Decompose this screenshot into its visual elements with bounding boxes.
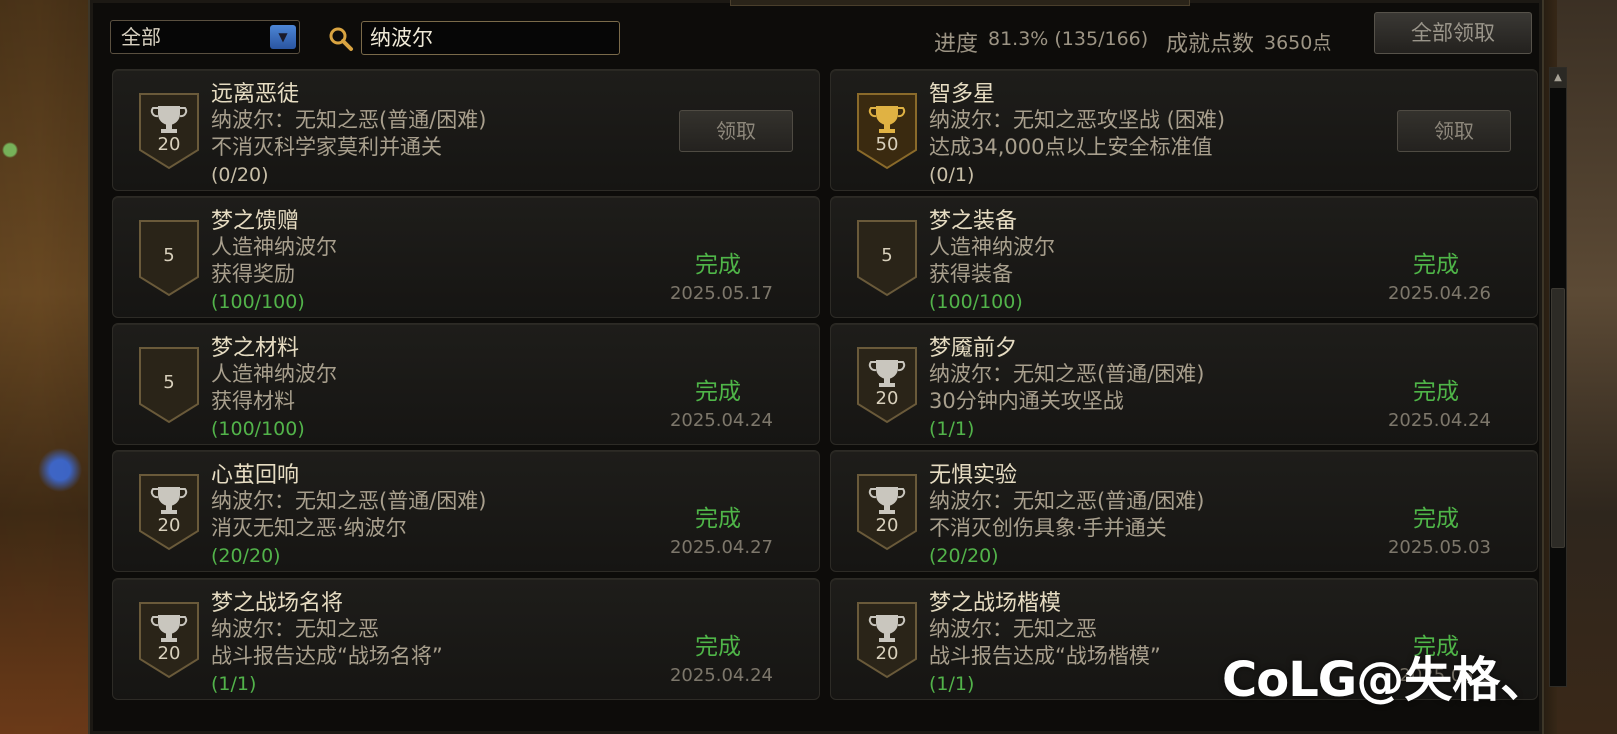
status-complete: 完成 [1413, 379, 1459, 405]
scroll-up-arrow-icon[interactable]: ▲ [1550, 68, 1566, 88]
gold-trophy-icon: 50 [856, 92, 918, 170]
achievement-card: 5 梦之馈赠 人造神纳波尔 获得奖励 (100/100) 完成 2025.05.17 [112, 196, 820, 318]
list-scrollbar[interactable]: ▲ [1549, 67, 1567, 687]
achievement-card: 20 无惧实验 纳波尔：无知之恶(普通/困难) 不消灭创伤具象·手并通关 (20/20)… [830, 450, 1538, 572]
status-complete: 完成 [695, 379, 741, 405]
achievement-condition: 战斗报告达成“战场楷模” [929, 644, 1161, 668]
silver-trophy-icon: 20 [138, 92, 200, 170]
watermark: CoLG@失格、 [1222, 640, 1548, 710]
achievement-card: 20 梦之战场名将 纳波尔：无知之恶 战斗报告达成“战场名将” (1/1) 完成 2025.… [112, 578, 820, 700]
achievement-card: 20 梦魇前夕 纳波尔：无知之恶(普通/困难) 30分钟内通关攻坚战 (1/1) 完成 20… [830, 323, 1538, 445]
achievement-points: 5 [163, 245, 175, 266]
achievement-progress: (100/100) [211, 291, 305, 313]
category-filter-select[interactable]: 全部 ▼ [110, 20, 300, 54]
achievement-condition: 30分钟内通关攻坚战 [929, 389, 1124, 413]
status-complete: 完成 [695, 252, 741, 278]
achievement-condition: 消灭无知之恶·纳波尔 [211, 516, 407, 540]
background-art-left [0, 0, 88, 734]
scrollbar-thumb[interactable] [1551, 288, 1565, 548]
achievement-card: 5 梦之材料 人造神纳波尔 获得材料 (100/100) 完成 2025.04.24 [112, 323, 820, 445]
achievement-points-label: 成就点数 [1166, 32, 1255, 57]
achievement-points: 20 [875, 388, 899, 409]
category-filter-value: 全部 [121, 25, 161, 49]
achievement-dungeon: 纳波尔：无知之恶(普通/困难) [211, 108, 487, 132]
search-icon[interactable] [328, 26, 354, 52]
claim-all-button[interactable]: 全部领取 [1374, 12, 1532, 54]
panel-header-ornament [730, 0, 1190, 6]
achievement-condition: 获得装备 [929, 262, 1013, 286]
completion-date: 2025.04.24 [1387, 410, 1491, 431]
achievement-progress: (1/1) [929, 418, 975, 440]
status-complete: 完成 [695, 634, 741, 660]
completion-date: 2025.04.24 [669, 410, 773, 431]
silver-trophy-icon: 20 [856, 346, 918, 424]
silver-trophy-icon: 20 [138, 473, 200, 551]
achievement-card: 20 远离恶徒 纳波尔：无知之恶(普通/困难) 不消灭科学家莫利并通关 (0/20) 领取 [112, 69, 820, 191]
achievement-badge: 5 [138, 346, 200, 424]
achievement-card: 20 心茧回响 纳波尔：无知之恶(普通/困难) 消灭无知之恶·纳波尔 (20/20) 完成… [112, 450, 820, 572]
achievement-progress: (100/100) [211, 418, 305, 440]
chevron-down-icon[interactable]: ▼ [270, 25, 296, 49]
game-scene: 全部 ▼ 纳波尔 进度 81.3% (135/166) 成就点数 3650点 全… [0, 0, 1617, 734]
achievement-dungeon: 纳波尔：无知之恶 [211, 617, 379, 641]
achievement-condition: 不消灭科学家莫利并通关 [211, 135, 442, 159]
silver-trophy-icon: 20 [138, 601, 200, 679]
watermark-brand: CoLG [1222, 652, 1357, 708]
achievement-condition: 获得材料 [211, 389, 295, 413]
achievement-badge: 5 [856, 219, 918, 297]
achievement-points: 20 [157, 515, 181, 536]
achievement-progress: (0/20) [211, 164, 269, 186]
achievement-progress: (20/20) [211, 545, 281, 567]
completion-date: 2025.04.26 [1387, 283, 1491, 304]
achievement-progress: (1/1) [211, 673, 257, 695]
achievement-dungeon: 纳波尔：无知之恶(普通/困难) [929, 362, 1205, 386]
silver-trophy-icon: 20 [856, 473, 918, 551]
silver-trophy-icon: 20 [856, 601, 918, 679]
achievement-card: 50 智多星 纳波尔：无知之恶攻坚战 (困难) 达成34,000点以上安全标准值 (0/… [830, 69, 1538, 191]
achievement-dungeon: 人造神纳波尔 [211, 235, 337, 259]
achievement-condition: 达成34,000点以上安全标准值 [929, 135, 1213, 159]
search-input[interactable]: 纳波尔 [361, 21, 620, 55]
achievement-points: 20 [157, 643, 181, 664]
achievement-condition: 战斗报告达成“战场名将” [211, 644, 443, 668]
achievement-dungeon: 人造神纳波尔 [929, 235, 1055, 259]
achievement-condition: 获得奖励 [211, 262, 295, 286]
achievement-card: 5 梦之装备 人造神纳波尔 获得装备 (100/100) 完成 2025.04.26 [830, 196, 1538, 318]
completion-date: 2025.04.27 [669, 537, 773, 558]
achievement-condition: 不消灭创伤具象·手并通关 [929, 516, 1167, 540]
achievement-points: 5 [163, 372, 175, 393]
achievement-points: 5 [881, 245, 893, 266]
progress-value: 81.3% (135/166) [988, 28, 1149, 50]
achievement-dungeon: 人造神纳波尔 [211, 362, 337, 386]
achievement-points: 20 [875, 643, 899, 664]
achievement-progress: (20/20) [929, 545, 999, 567]
status-complete: 完成 [695, 506, 741, 532]
achievement-progress: (1/1) [929, 673, 975, 695]
completion-date: 2025.05.03 [1387, 537, 1491, 558]
claim-button[interactable]: 领取 [1397, 110, 1511, 152]
achievement-points: 20 [157, 134, 181, 155]
achievement-progress: (100/100) [929, 291, 1023, 313]
watermark-handle: @失格、 [1356, 652, 1549, 708]
achievement-dungeon: 纳波尔：无知之恶攻坚战 (困难) [929, 108, 1226, 132]
achievement-points-value: 3650点 [1264, 32, 1332, 54]
achievement-dungeon: 纳波尔：无知之恶(普通/困难) [929, 489, 1205, 513]
achievement-progress: (0/1) [929, 164, 975, 186]
achievement-dungeon: 纳波尔：无知之恶(普通/困难) [211, 489, 487, 513]
status-complete: 完成 [1413, 252, 1459, 278]
completion-date: 2025.05.17 [669, 283, 773, 304]
achievement-points: 20 [875, 515, 899, 536]
achievement-badge: 5 [138, 219, 200, 297]
progress-label: 进度 [934, 32, 979, 57]
achievement-dungeon: 纳波尔：无知之恶 [929, 617, 1097, 641]
claim-button[interactable]: 领取 [679, 110, 793, 152]
status-complete: 完成 [1413, 506, 1459, 532]
completion-date: 2025.04.24 [669, 665, 773, 686]
achievement-points: 50 [875, 134, 899, 155]
